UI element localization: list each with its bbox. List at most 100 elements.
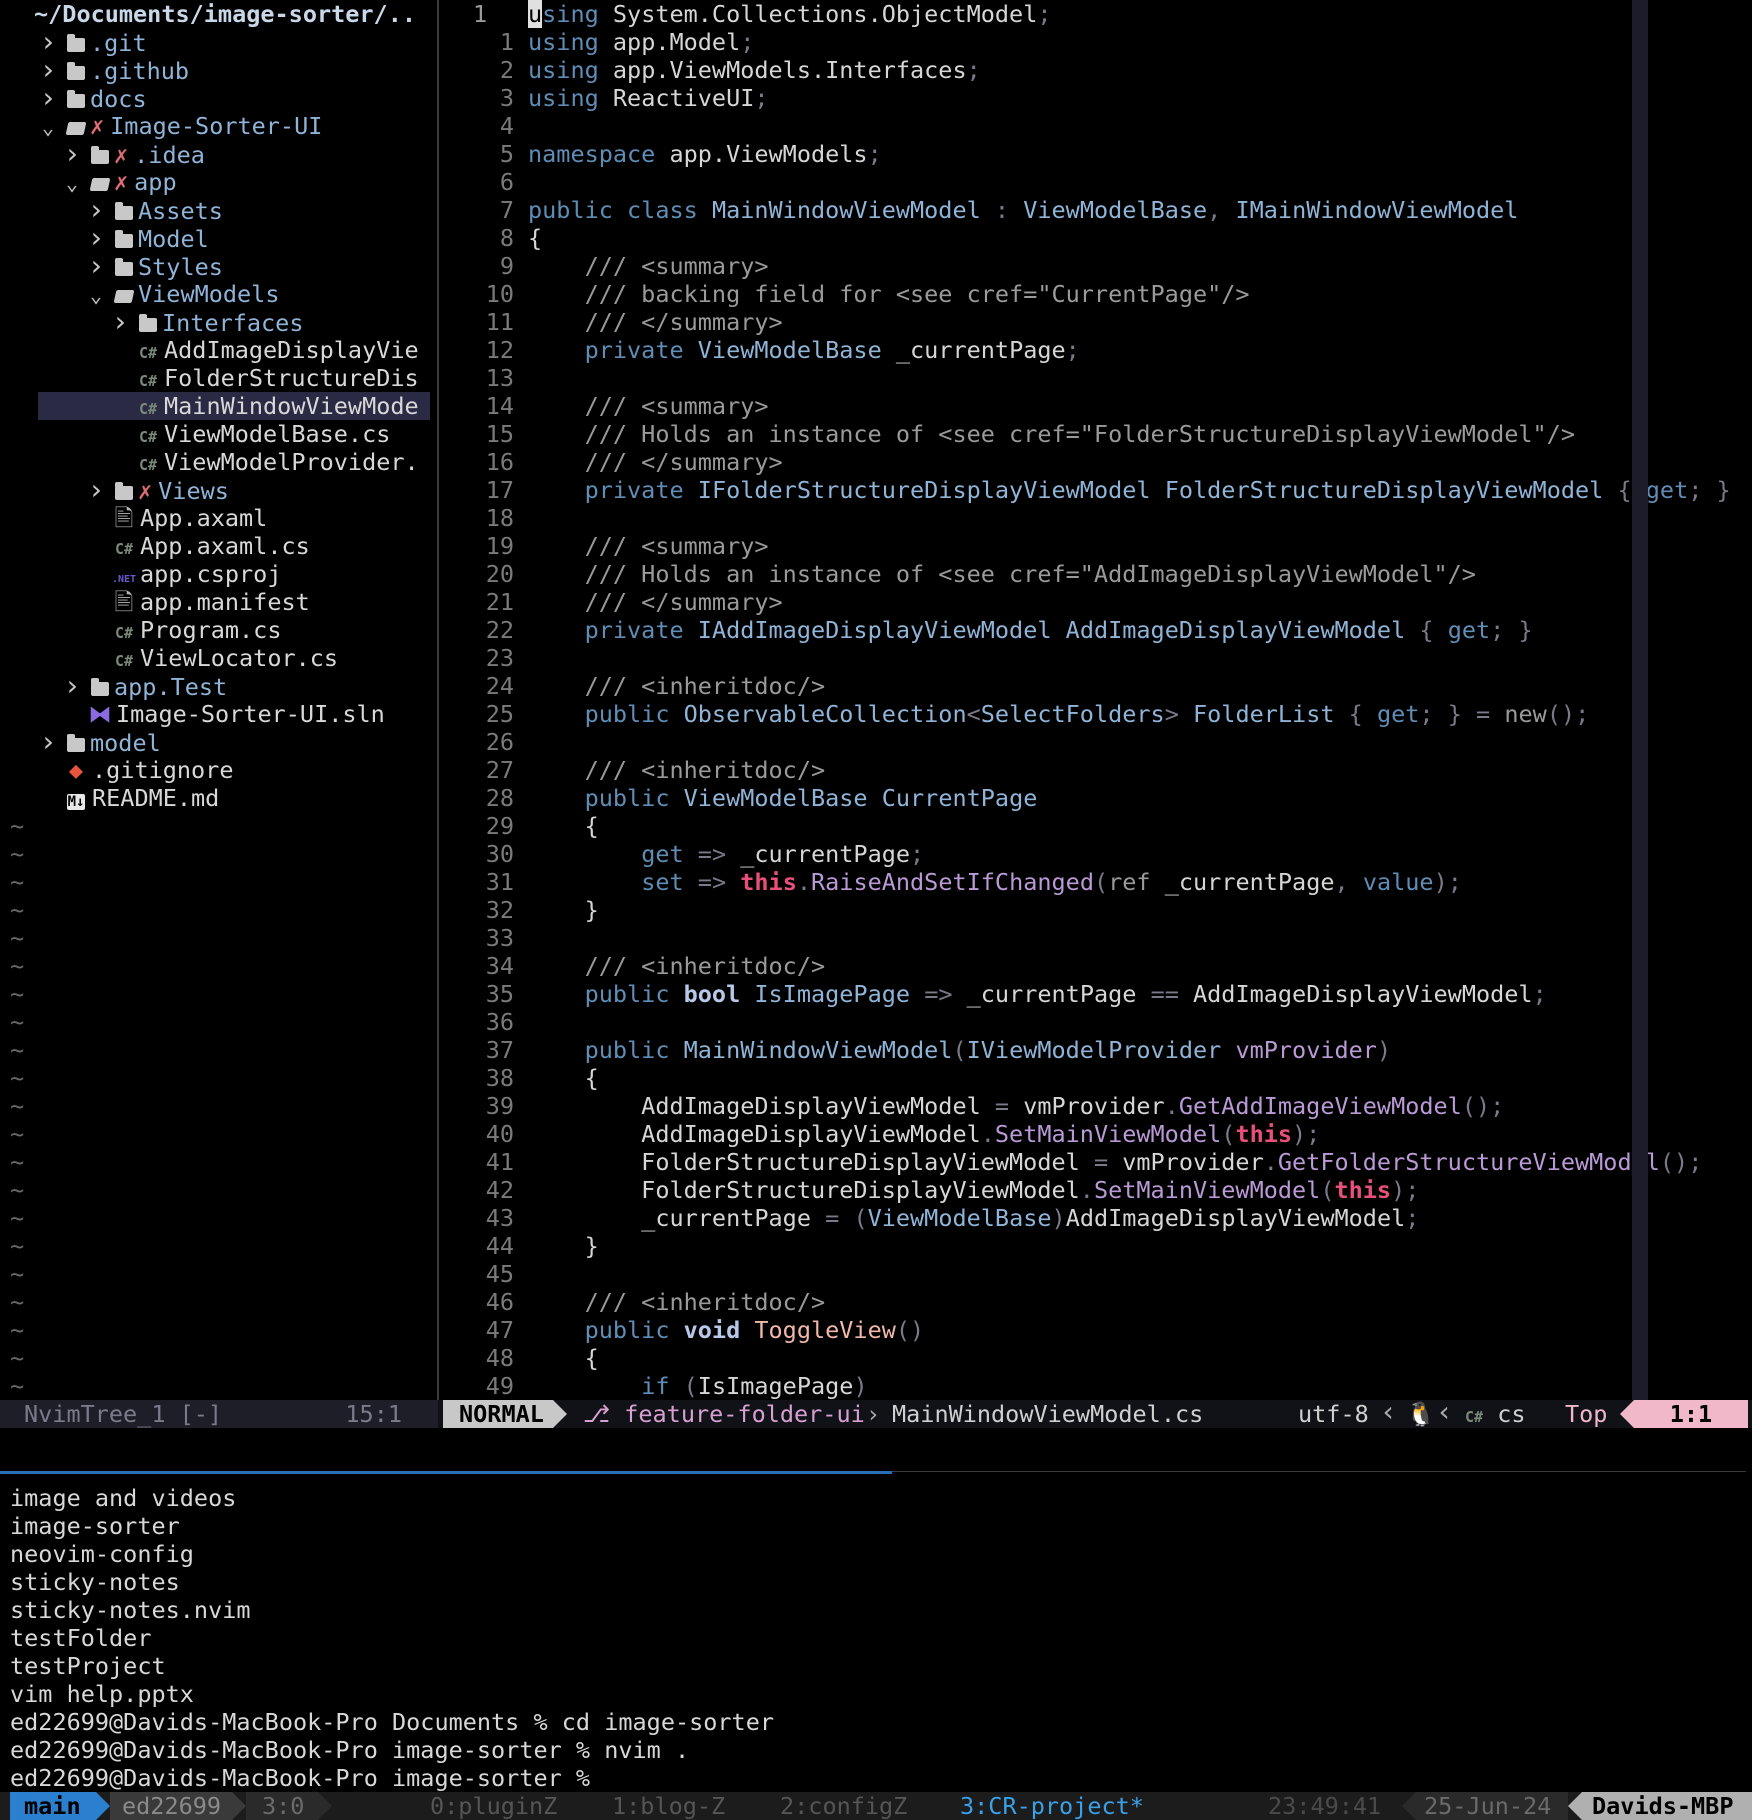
code-line[interactable]: 44 } bbox=[440, 1232, 1752, 1260]
tree-file[interactable]: C# ViewModelBase.cs bbox=[0, 420, 430, 448]
code-line[interactable]: 35 public bool IsImagePage => _currentPa… bbox=[440, 980, 1752, 1008]
tree-folder[interactable]: › .github bbox=[0, 56, 430, 84]
code-line[interactable]: 48 { bbox=[440, 1344, 1752, 1372]
code-line[interactable]: 38 { bbox=[440, 1064, 1752, 1092]
code-line[interactable]: 49 if (IsImagePage) bbox=[440, 1372, 1752, 1400]
tree-folder[interactable]: › app.Test bbox=[0, 672, 430, 700]
tree-folder[interactable]: › ✗ Views bbox=[0, 476, 430, 504]
tree-file[interactable]: C# MainWindowViewMode bbox=[38, 392, 430, 420]
code-line[interactable]: 13 bbox=[440, 364, 1752, 392]
code-line[interactable]: 12 private ViewModelBase _currentPage; bbox=[440, 336, 1752, 364]
code-line[interactable]: 16 /// </summary> bbox=[440, 448, 1752, 476]
window-separator[interactable] bbox=[437, 0, 439, 1400]
code-line[interactable]: 5 namespace app.ViewModels; bbox=[440, 140, 1752, 168]
code-line[interactable]: 11 /// </summary> bbox=[440, 308, 1752, 336]
code-line[interactable]: 43 _currentPage = (ViewModelBase)AddImag… bbox=[440, 1204, 1752, 1232]
code-line[interactable]: 14 /// <summary> bbox=[440, 392, 1752, 420]
code-line[interactable]: 47 public void ToggleView() bbox=[440, 1316, 1752, 1344]
tree-file[interactable]: M↓ README.md bbox=[0, 784, 430, 812]
code-line[interactable]: 25 public ObservableCollection<SelectFol… bbox=[440, 700, 1752, 728]
tree-file[interactable]: C# ViewLocator.cs bbox=[0, 644, 430, 672]
code-line[interactable]: 7 public class MainWindowViewModel : View… bbox=[440, 196, 1752, 224]
code-line[interactable]: 8{ bbox=[440, 224, 1752, 252]
tree-folder[interactable]: › Interfaces bbox=[0, 308, 430, 336]
code-line[interactable]: 1 using System.Collections.ObjectModel; bbox=[440, 0, 1752, 28]
code-line[interactable]: 37 public MainWindowViewModel(IViewModel… bbox=[440, 1036, 1752, 1064]
chevron-right-icon[interactable]: › bbox=[82, 196, 110, 224]
code-line[interactable]: 20 /// Holds an instance of <see cref="A… bbox=[440, 560, 1752, 588]
chevron-right-icon[interactable]: › bbox=[82, 252, 110, 280]
tree-folder[interactable]: › Assets bbox=[0, 196, 430, 224]
tmux-window-tab[interactable]: 1:blog-Z bbox=[612, 1792, 725, 1820]
code-line[interactable]: 31 set => this.RaiseAndSetIfChanged(ref … bbox=[440, 868, 1752, 896]
code-line[interactable]: 6 bbox=[440, 168, 1752, 196]
code-line[interactable]: 45 bbox=[440, 1260, 1752, 1288]
tmux-window-tab[interactable]: 0:pluginZ bbox=[430, 1792, 557, 1820]
code-line[interactable]: 46 /// <inheritdoc/> bbox=[440, 1288, 1752, 1316]
chevron-down-icon[interactable]: ⌄ bbox=[34, 113, 62, 140]
code-line[interactable]: 15 /// Holds an instance of <see cref="F… bbox=[440, 420, 1752, 448]
code-line[interactable]: 1 using app.Model; bbox=[440, 28, 1752, 56]
code-line[interactable]: 33 bbox=[440, 924, 1752, 952]
editor-scrollbar[interactable] bbox=[1632, 0, 1648, 1400]
chevron-right-icon[interactable]: › bbox=[34, 728, 62, 756]
chevron-right-icon[interactable]: › bbox=[82, 476, 110, 504]
tree-file[interactable]: C# AddImageDisplayVie bbox=[0, 336, 430, 364]
file-tree[interactable]: ~/Documents/image-sorter/.. › .git › .githu… bbox=[0, 0, 438, 1400]
code-line[interactable]: 42 FolderStructureDisplayViewModel.SetMa… bbox=[440, 1176, 1752, 1204]
code-line[interactable]: 41 FolderStructureDisplayViewModel = vmP… bbox=[440, 1148, 1752, 1176]
tree-folder[interactable]: ⌄ ✗ app bbox=[0, 168, 430, 196]
chevron-right-icon[interactable]: › bbox=[82, 224, 110, 252]
tmux-window-tab[interactable]: 3:CR-project* bbox=[960, 1792, 1144, 1820]
code-line[interactable]: 19 /// <summary> bbox=[440, 532, 1752, 560]
chevron-right-icon[interactable]: › bbox=[34, 56, 62, 84]
code-line[interactable]: 21 /// </summary> bbox=[440, 588, 1752, 616]
code-line[interactable]: 4 bbox=[440, 112, 1752, 140]
chevron-right-icon[interactable]: › bbox=[58, 672, 86, 700]
chevron-right-icon[interactable]: › bbox=[106, 308, 134, 336]
code-line[interactable]: 28 public ViewModelBase CurrentPage bbox=[440, 784, 1752, 812]
code-line[interactable]: 40 AddImageDisplayViewModel.SetMainViewM… bbox=[440, 1120, 1752, 1148]
tmux-session[interactable]: main bbox=[10, 1792, 96, 1820]
tree-file[interactable]: ◆ .gitignore bbox=[0, 756, 430, 784]
tree-file[interactable]: C# FolderStructureDis bbox=[0, 364, 430, 392]
chevron-right-icon[interactable]: › bbox=[34, 28, 62, 56]
tree-folder[interactable]: › ✗ .idea bbox=[0, 140, 430, 168]
code-line[interactable]: 32 } bbox=[440, 896, 1752, 924]
tree-file[interactable]: C# ViewModelProvider. bbox=[0, 448, 430, 476]
chevron-down-icon[interactable]: ⌄ bbox=[58, 169, 86, 196]
chevron-right-icon[interactable]: › bbox=[34, 84, 62, 112]
tree-folder[interactable]: › docs bbox=[0, 84, 430, 112]
code-line[interactable]: 27 /// <inheritdoc/> bbox=[440, 756, 1752, 784]
tree-folder[interactable]: ⌄ ✗ Image-Sorter-UI bbox=[0, 112, 430, 140]
code-line[interactable]: 22 private IAddImageDisplayViewModel Add… bbox=[440, 616, 1752, 644]
tree-file[interactable]: C# App.axaml.cs bbox=[0, 532, 430, 560]
code-line[interactable]: 2 using app.ViewModels.Interfaces; bbox=[440, 56, 1752, 84]
chevron-right-icon[interactable]: › bbox=[58, 140, 86, 168]
code-line[interactable]: 39 AddImageDisplayViewModel = vmProvider… bbox=[440, 1092, 1752, 1120]
code-line[interactable]: 17 private IFolderStructureDisplayViewMo… bbox=[440, 476, 1752, 504]
code-line[interactable]: 24 /// <inheritdoc/> bbox=[440, 672, 1752, 700]
tree-folder[interactable]: › .git bbox=[0, 28, 430, 56]
code-line[interactable]: 23 bbox=[440, 644, 1752, 672]
code-line[interactable]: 29 { bbox=[440, 812, 1752, 840]
tree-folder[interactable]: › Model bbox=[0, 224, 430, 252]
tree-folder[interactable]: › Styles bbox=[0, 252, 430, 280]
code-editor[interactable]: 1 using System.Collections.ObjectModel; 1 u… bbox=[440, 0, 1752, 1400]
tree-folder[interactable]: ⌄ ViewModels bbox=[0, 280, 430, 308]
code-line[interactable]: 9 /// <summary> bbox=[440, 252, 1752, 280]
code-line[interactable]: 26 bbox=[440, 728, 1752, 756]
tmux-window-tab[interactable]: 2:configZ bbox=[780, 1792, 907, 1820]
code-line[interactable]: 30 get => _currentPage; bbox=[440, 840, 1752, 868]
tree-folder[interactable]: › model bbox=[0, 728, 430, 756]
code-line[interactable]: 36 bbox=[440, 1008, 1752, 1036]
tree-file[interactable]: 🖹 App.axaml bbox=[0, 504, 430, 532]
code-line[interactable]: 10 /// backing field for <see cref="Curr… bbox=[440, 280, 1752, 308]
code-line[interactable]: 18 bbox=[440, 504, 1752, 532]
code-line[interactable]: 3 using ReactiveUI; bbox=[440, 84, 1752, 112]
code-line[interactable]: 34 /// <inheritdoc/> bbox=[440, 952, 1752, 980]
tree-file[interactable]: .NET app.csproj bbox=[0, 560, 430, 588]
tree-file[interactable]: ⧓ Image-Sorter-UI.sln bbox=[0, 700, 430, 728]
tree-file[interactable]: 🖹 app.manifest bbox=[0, 588, 430, 616]
chevron-down-icon[interactable]: ⌄ bbox=[82, 281, 110, 308]
